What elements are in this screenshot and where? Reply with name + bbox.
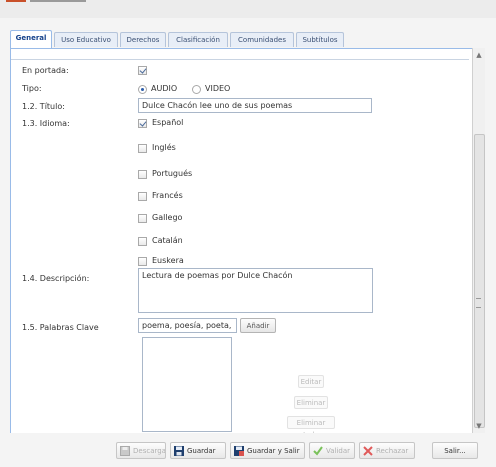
tab-bar: General Uso Educativo Derechos Clasifica… xyxy=(10,30,480,49)
tipo-label: Tipo: xyxy=(22,84,42,93)
descripcion-textarea[interactable]: Lectura de poemas por Dulce Chacón xyxy=(138,268,373,313)
guardar-y-salir-button[interactable]: Guardar y Salir xyxy=(230,442,305,459)
idioma-euskera-label: Euskera xyxy=(152,256,184,265)
anadir-button[interactable]: Añadir xyxy=(240,318,276,333)
idioma-label: 1.3. Idioma: xyxy=(22,119,70,128)
guardar-y-salir-label: Guardar y Salir xyxy=(247,447,300,455)
salir-button[interactable]: Salir... xyxy=(432,442,478,459)
scroll-down-icon[interactable]: ▼ xyxy=(473,421,485,431)
rechazar-button[interactable]: Rechazar xyxy=(359,442,415,459)
idioma-euskera-checkbox[interactable] xyxy=(138,257,147,266)
vertical-scrollbar[interactable]: ▲ ▼ xyxy=(472,48,485,433)
descripcion-label: 1.4. Descripción: xyxy=(22,274,90,283)
tab-derechos[interactable]: Derechos xyxy=(120,32,166,47)
guardar-label: Guardar xyxy=(187,447,216,455)
idioma-portugues-label: Portugués xyxy=(152,169,193,178)
palabras-clave-input[interactable]: poema, poesía, poeta, xyxy=(138,318,237,333)
panel-divider xyxy=(11,59,469,60)
download-icon xyxy=(120,446,130,456)
idioma-gallego-label: Gallego xyxy=(152,213,183,222)
idioma-frances-label: Francés xyxy=(152,191,183,200)
descargar-button[interactable]: Descargar xyxy=(116,442,166,459)
idioma-catalan-checkbox[interactable] xyxy=(138,237,147,246)
portada-checkbox[interactable] xyxy=(138,66,147,75)
idioma-ingles-label: Inglés xyxy=(152,143,176,152)
idioma-gallego-checkbox[interactable] xyxy=(138,214,147,223)
tab-clasificacion[interactable]: Clasificación xyxy=(168,32,228,47)
eliminar-todo-button[interactable]: Eliminar todo xyxy=(287,416,335,439)
eliminar-button[interactable]: Eliminar xyxy=(294,396,328,409)
rechazar-label: Rechazar xyxy=(376,447,409,455)
tab-subtitulos[interactable]: Subtítulos xyxy=(296,32,344,47)
scrollbar-thumb[interactable] xyxy=(474,134,485,428)
validar-label: Validar xyxy=(326,447,351,455)
palabras-clave-label: 1.5. Palabras Clave xyxy=(22,323,99,332)
descargar-label: Descargar xyxy=(133,447,166,455)
logo-stripe-grey xyxy=(30,0,86,2)
portada-label: En portada: xyxy=(22,66,69,75)
titulo-label: 1.2. Título: xyxy=(22,102,65,111)
idioma-portugues-checkbox[interactable] xyxy=(138,170,147,179)
logo-stripe xyxy=(6,0,26,2)
scroll-up-icon[interactable]: ▲ xyxy=(473,50,485,60)
idioma-espanol-checkbox[interactable] xyxy=(138,119,147,128)
tab-uso-educativo[interactable]: Uso Educativo xyxy=(54,32,118,47)
save-icon xyxy=(174,446,184,456)
idioma-espanol-label: Español xyxy=(152,118,184,127)
tipo-video-radio[interactable] xyxy=(192,85,201,94)
scroll-grip-icon xyxy=(476,298,481,308)
tipo-video-label: VIDEO xyxy=(205,84,231,93)
idioma-ingles-checkbox[interactable] xyxy=(138,144,147,153)
validar-button[interactable]: Validar xyxy=(309,442,355,459)
idioma-frances-checkbox[interactable] xyxy=(138,192,147,201)
guardar-button[interactable]: Guardar xyxy=(170,442,226,459)
top-bar xyxy=(0,0,496,18)
idioma-catalan-label: Catalán xyxy=(152,236,183,245)
tab-general[interactable]: General xyxy=(10,30,52,48)
reject-x-icon xyxy=(363,446,373,456)
editar-button[interactable]: Editar xyxy=(298,375,324,388)
tab-comunidades[interactable]: Comunidades xyxy=(230,32,294,47)
palabras-clave-list[interactable] xyxy=(142,337,232,432)
titulo-input[interactable]: Dulce Chacón lee uno de sus poemas xyxy=(138,98,372,113)
check-icon xyxy=(313,446,323,456)
tipo-audio-radio[interactable] xyxy=(138,85,147,94)
tipo-audio-label: AUDIO xyxy=(151,84,178,93)
save-exit-icon xyxy=(234,446,244,456)
